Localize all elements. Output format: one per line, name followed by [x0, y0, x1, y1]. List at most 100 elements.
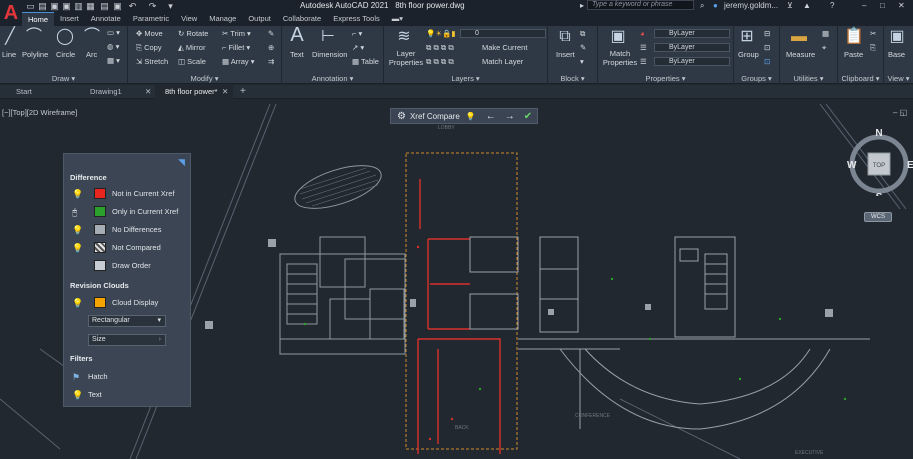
compass-east[interactable]: E: [907, 160, 913, 171]
insert-button[interactable]: Insert: [556, 50, 575, 60]
hatch-filter-icon[interactable]: ⚑: [72, 372, 81, 382]
id-point-icon[interactable]: ⌖: [822, 43, 826, 53]
search-input[interactable]: Type a keyword or phrase: [587, 0, 694, 10]
no-differences-swatch[interactable]: [94, 224, 106, 235]
not-compared-swatch[interactable]: [94, 242, 106, 253]
trim-button[interactable]: ✂ Trim ▾: [222, 29, 251, 39]
tab-start[interactable]: Start: [6, 85, 80, 99]
viewport-controls[interactable]: [−][Top][2D Wireframe]: [2, 108, 77, 117]
viewcube-top-face[interactable]: TOP: [873, 163, 885, 169]
bulb-icon[interactable]: 💡: [72, 243, 83, 253]
utilities-panel-title[interactable]: Utilities ▾: [780, 74, 837, 83]
match-properties-icon[interactable]: ▣: [608, 28, 628, 46]
saveas-icon[interactable]: ▣: [62, 1, 71, 11]
tab-output[interactable]: Output: [242, 12, 277, 26]
layer-properties-icon[interactable]: ≋: [394, 28, 414, 46]
text-icon[interactable]: A: [288, 25, 306, 45]
viewcube[interactable]: N S W E TOP: [845, 126, 913, 196]
autocad-logo[interactable]: A: [0, 0, 22, 26]
clipboard-panel-title[interactable]: Clipboard ▾: [838, 74, 883, 83]
export-icon[interactable]: ▣: [113, 1, 122, 11]
layer-tools-icons[interactable]: ⧉ ⧉ ⧉ ⧉: [426, 43, 454, 53]
leader-icon[interactable]: ⌐ ▾: [352, 29, 362, 39]
measure-button[interactable]: Measure: [786, 50, 815, 60]
explode-icon[interactable]: ⊕: [268, 43, 274, 53]
stretch-button[interactable]: ⇲ Stretch: [136, 57, 168, 67]
calculator-icon[interactable]: ▦: [822, 29, 829, 39]
rectangle-icon[interactable]: ▭ ▾: [107, 28, 120, 38]
not-in-current-swatch[interactable]: [94, 188, 106, 199]
close-drawing1-icon[interactable]: ✕: [145, 85, 155, 99]
share-icon[interactable]: ▤: [100, 1, 109, 11]
tab-insert[interactable]: Insert: [54, 12, 85, 26]
make-current-button[interactable]: Make Current: [482, 43, 527, 53]
measure-icon[interactable]: ▬: [788, 28, 810, 46]
circle-button[interactable]: Circle: [56, 50, 75, 60]
create-block-icon[interactable]: ⧉: [580, 29, 585, 39]
view-panel-title[interactable]: View ▾: [884, 74, 913, 83]
table-button[interactable]: ▦ Table: [352, 57, 379, 67]
copy-clip-icon[interactable]: ⎘: [870, 43, 876, 53]
search-icon[interactable]: ⌕: [700, 1, 704, 11]
redo-icon[interactable]: ↷: [148, 1, 157, 11]
draw-order-label[interactable]: Draw Order: [112, 261, 151, 270]
array-button[interactable]: ▦ Array ▾: [222, 57, 255, 67]
only-in-current-swatch[interactable]: [94, 206, 106, 217]
settings-gear-icon[interactable]: ⚙: [397, 111, 406, 122]
compass-west[interactable]: W: [847, 160, 857, 171]
group-button[interactable]: Group: [738, 50, 759, 60]
user-icon[interactable]: ●: [713, 1, 718, 10]
bulb-icon[interactable]: 💡: [72, 225, 83, 235]
multileader-icon[interactable]: ↗ ▾: [352, 43, 364, 53]
linetype-dropdown[interactable]: ByLayer: [654, 43, 730, 52]
hatch-filter-label[interactable]: Hatch: [88, 372, 108, 381]
cut-icon[interactable]: ✂: [870, 29, 876, 39]
annotation-panel-title[interactable]: Annotation ▾: [282, 74, 383, 83]
tab-express-tools[interactable]: Express Tools: [327, 12, 386, 26]
bulb-icon[interactable]: 💡: [72, 189, 83, 199]
tab-parametric[interactable]: Parametric: [127, 12, 175, 26]
hatch-icon[interactable]: ◍ ▾: [107, 42, 119, 52]
layer-properties-button[interactable]: Layer Properties: [388, 49, 424, 67]
open-icon[interactable]: ▤: [38, 1, 47, 11]
modify-panel-title[interactable]: Modify ▾: [128, 74, 281, 83]
attribute-icon[interactable]: ▾: [580, 57, 584, 67]
compass-north[interactable]: N: [875, 128, 882, 139]
circle-icon[interactable]: ◯: [56, 28, 74, 46]
groups-panel-title[interactable]: Groups ▾: [734, 74, 779, 83]
base-button[interactable]: Base: [888, 50, 905, 60]
previous-change-icon[interactable]: ←: [486, 111, 496, 122]
line-icon[interactable]: ╱: [2, 28, 18, 46]
bulb-off-icon[interactable]: 🖰: [72, 207, 81, 217]
paste-button[interactable]: Paste: [844, 50, 863, 60]
draw-panel-title[interactable]: Draw ▾: [0, 74, 127, 83]
close-8th-floor-icon[interactable]: ✕: [222, 85, 232, 99]
dimension-button[interactable]: Dimension: [312, 50, 347, 60]
match-properties-button[interactable]: Match Properties: [602, 49, 638, 67]
move-button[interactable]: ✥ Move: [136, 29, 163, 39]
wcs-menu[interactable]: WCS: [864, 212, 892, 222]
save-icon[interactable]: ▣: [50, 1, 59, 11]
dimension-icon[interactable]: ⊢: [318, 28, 338, 46]
linetype-icon[interactable]: ☰: [640, 43, 647, 53]
tab-view[interactable]: View: [175, 12, 203, 26]
ribbon-options-icon[interactable]: ▬▾: [386, 12, 409, 26]
lineweight-icon[interactable]: ☰: [640, 57, 647, 67]
copy-button[interactable]: ⎘ Copy: [136, 43, 162, 53]
block-panel-title[interactable]: Block ▾: [548, 74, 597, 83]
insert-icon[interactable]: ⧉: [556, 28, 574, 46]
offset-icon[interactable]: ⇉: [268, 57, 274, 67]
properties-panel-title[interactable]: Properties ▾: [598, 74, 733, 83]
plot-icon[interactable]: ▥: [74, 1, 83, 11]
tab-home[interactable]: Home: [22, 12, 55, 26]
fillet-button[interactable]: ⌐ Fillet ▾: [222, 43, 250, 53]
layers-panel-title[interactable]: Layers ▾: [384, 74, 547, 83]
cloud-color-swatch[interactable]: [94, 297, 106, 308]
cart-icon[interactable]: ⊻: [787, 1, 793, 10]
scale-button[interactable]: ◫ Scale: [178, 57, 206, 67]
palette-settings-icon[interactable]: ◥: [178, 157, 185, 168]
edit-block-icon[interactable]: ✎: [580, 43, 586, 53]
print-icon[interactable]: ▦: [86, 1, 95, 11]
polyline-button[interactable]: Polyline: [22, 50, 48, 60]
line-button[interactable]: Line: [2, 50, 16, 60]
